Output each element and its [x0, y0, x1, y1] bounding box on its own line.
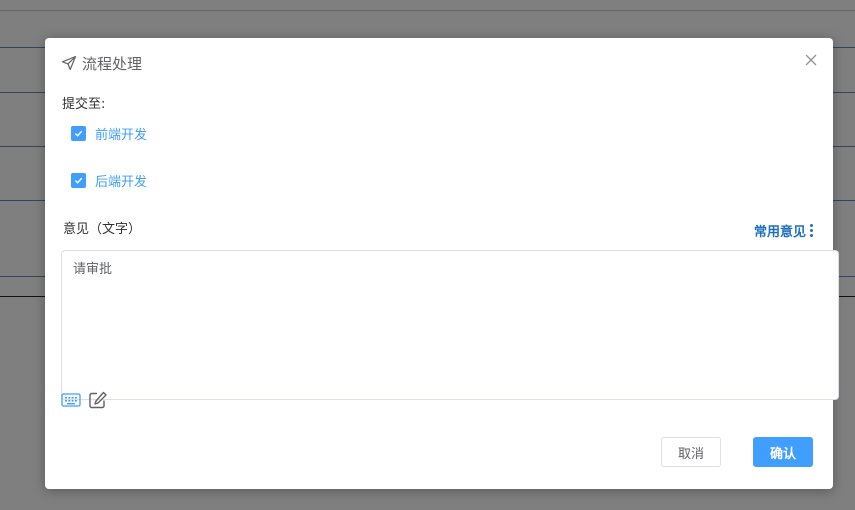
checkbox-checked[interactable]	[71, 126, 86, 141]
cancel-button[interactable]: 取消	[661, 437, 721, 467]
checkbox-checked[interactable]	[71, 173, 86, 188]
submit-to-label: 提交至:	[62, 97, 106, 112]
common-opinion-label: 常用意见	[753, 225, 806, 240]
edit-icon[interactable]	[88, 391, 108, 409]
opinion-label: 意见（文字）	[63, 222, 142, 237]
dialog-header: 流程处理	[61, 52, 142, 74]
send-icon	[61, 55, 77, 71]
common-opinion-link[interactable]: 常用意见	[754, 221, 813, 240]
check-icon	[74, 177, 83, 184]
opinion-textarea[interactable]: 请审批	[61, 250, 839, 400]
confirm-button[interactable]: 确认	[753, 437, 813, 467]
recipient-label: 前端开发	[95, 128, 148, 143]
keyboard-icon[interactable]	[61, 391, 81, 409]
recipient-checkbox-backend[interactable]: 后端开发	[71, 171, 147, 190]
check-icon	[74, 130, 83, 137]
process-dialog: 流程处理 提交至: 前端开发 后端开发 意见（文字） 常用意见 请审批 取消 确…	[45, 38, 839, 489]
recipient-label: 后端开发	[95, 175, 148, 190]
dialog-title: 流程处理	[82, 54, 143, 73]
recipient-checkbox-frontend[interactable]: 前端开发	[71, 124, 147, 143]
close-icon[interactable]	[803, 52, 819, 68]
more-vertical-icon	[810, 224, 813, 237]
